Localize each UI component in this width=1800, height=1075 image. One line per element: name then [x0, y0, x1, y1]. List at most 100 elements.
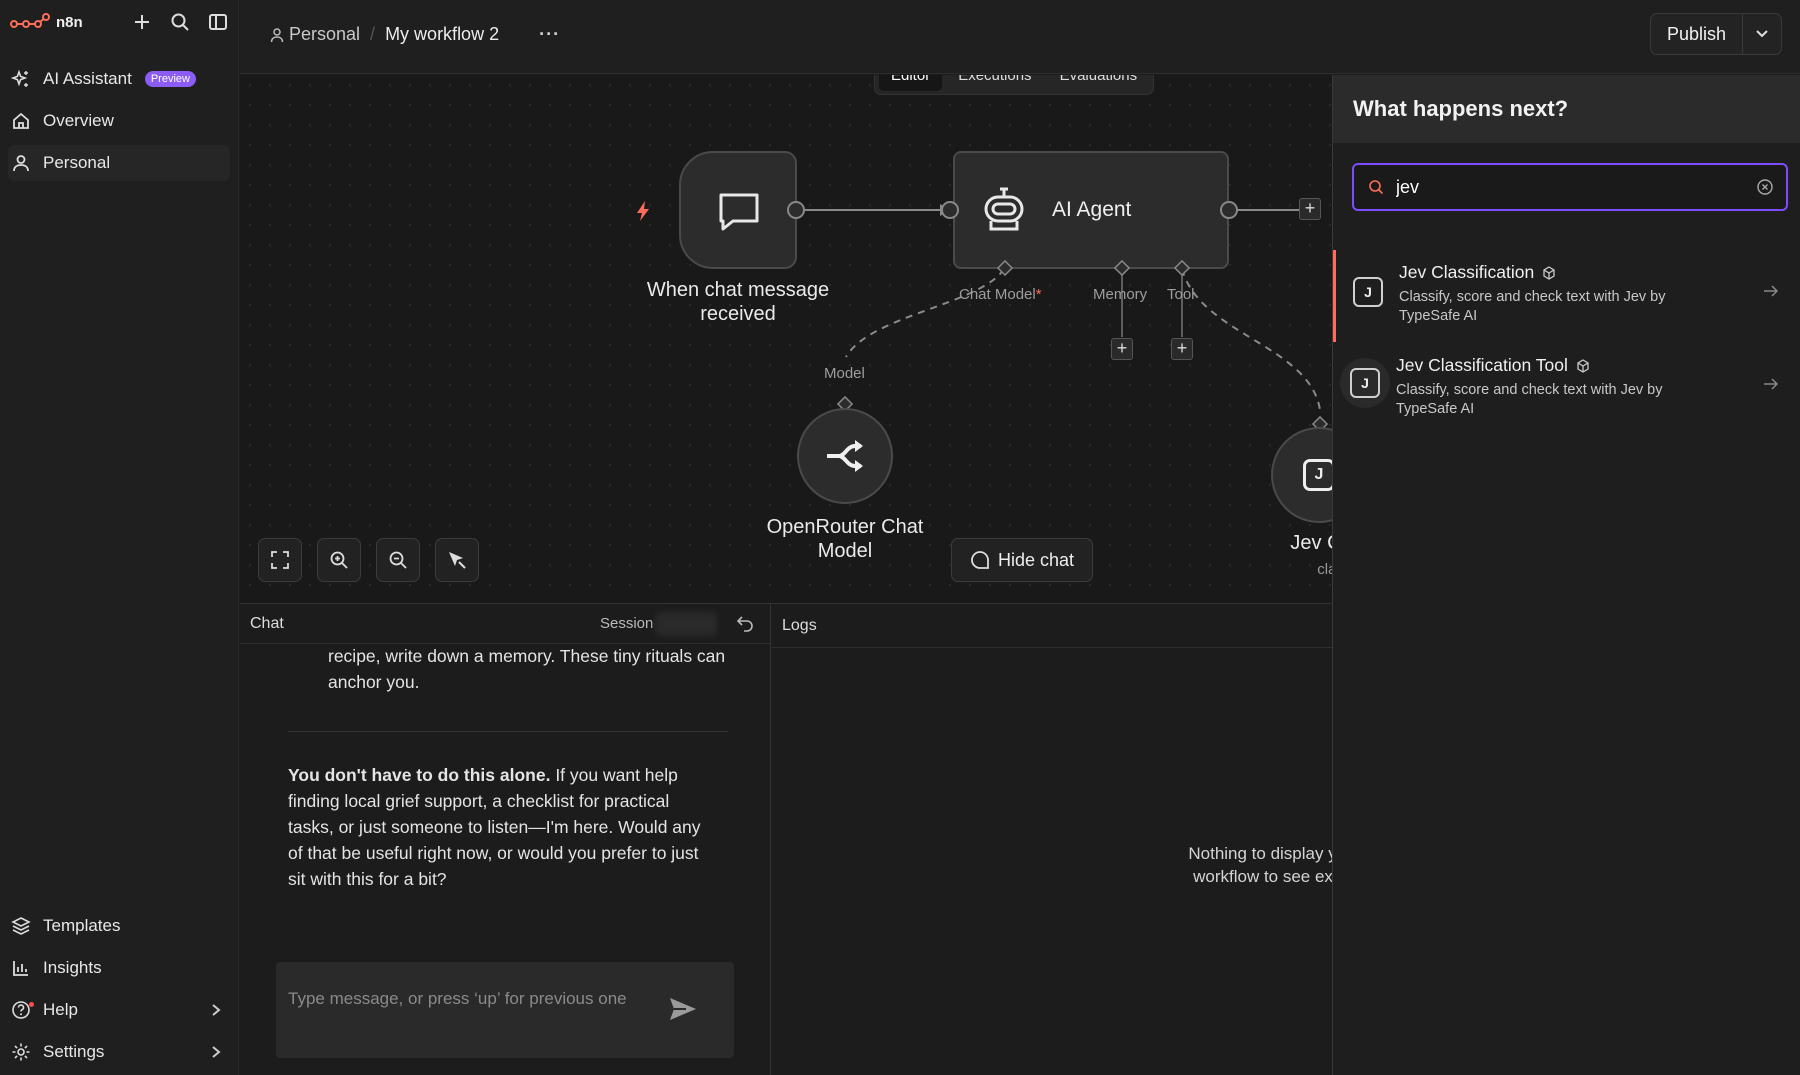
logs-header: Logs — [772, 604, 1332, 648]
node-search-box — [1352, 163, 1788, 211]
sidebar-item-label: Templates — [43, 916, 121, 935]
chat-input[interactable]: Type message, or press ‘up’ for previous… — [276, 962, 734, 1058]
clear-search-icon[interactable] — [1756, 178, 1774, 196]
zoom-in-icon — [330, 551, 348, 569]
port-label-model: Model — [824, 365, 865, 382]
chat-title: Chat — [250, 614, 284, 632]
sidebar-item-personal[interactable]: Personal — [8, 145, 230, 181]
project-name: Personal — [289, 24, 361, 44]
plus-icon[interactable] — [130, 10, 154, 34]
sidebar-item-settings[interactable]: Settings — [8, 1034, 230, 1070]
more-options-button[interactable]: ··· — [539, 24, 560, 45]
tab-editor[interactable]: Editor — [879, 75, 943, 91]
logs-panel: Logs Nothing to display yet. workflow to… — [772, 603, 1332, 1075]
port-diamond-chat-model[interactable] — [996, 259, 1014, 277]
jev-icon: J — [1353, 277, 1383, 307]
tab-executions[interactable]: Executions — [946, 75, 1043, 91]
arrow-right-icon — [1763, 284, 1779, 298]
sidebar-item-ai-assistant[interactable]: AI Assistant Preview — [8, 61, 230, 97]
workflow-canvas[interactable]: Editor Executions Evaluations When chat … — [240, 75, 1332, 603]
chevron-right-icon — [210, 1045, 222, 1059]
templates-icon — [10, 915, 32, 937]
zoom-out-icon — [389, 551, 407, 569]
chart-icon — [10, 957, 32, 979]
add-memory-button[interactable]: + — [1111, 338, 1133, 360]
sidebar-item-insights[interactable]: Insights — [8, 950, 230, 986]
port-diamond-memory[interactable] — [1113, 259, 1131, 277]
node-label-openrouter: OpenRouter Chat Model — [766, 516, 924, 562]
wand-icon — [449, 552, 466, 569]
sidebar: n8n AI Assistant Preview Overview Person… — [0, 0, 239, 1075]
sparkle-icon — [10, 68, 32, 90]
port-label-chat-model: Chat Model* — [959, 286, 1042, 303]
notification-dot — [29, 1002, 34, 1007]
sidebar-item-help[interactable]: Help — [8, 992, 230, 1028]
node-label-jev: Jev Classi — [1290, 532, 1332, 554]
zoom-in-button[interactable] — [317, 538, 361, 582]
result-item[interactable]: J Jev Classification Tool Classify, scor… — [1333, 343, 1800, 435]
home-icon — [10, 110, 32, 132]
add-tool-button[interactable]: + — [1171, 338, 1193, 360]
chat-message-partial: recipe, write down a memory. These tiny … — [328, 646, 726, 692]
port-diamond-tool[interactable] — [1173, 259, 1191, 277]
user-icon — [270, 27, 284, 42]
chevron-down-icon — [1756, 30, 1768, 38]
publish-button[interactable]: Publish — [1651, 14, 1743, 54]
ai-agent-node[interactable]: AI Agent — [953, 151, 1229, 269]
node-search-input[interactable] — [1396, 176, 1736, 198]
tab-evaluations[interactable]: Evaluations — [1048, 75, 1150, 91]
output-port[interactable] — [786, 200, 806, 220]
session-label: Session — [600, 615, 654, 632]
chat-trigger-node[interactable] — [679, 151, 797, 269]
n8n-logo-icon — [10, 13, 50, 28]
community-node-icon — [1577, 358, 1589, 373]
panel-toggle-icon[interactable] — [206, 10, 230, 34]
reset-session-icon[interactable] — [736, 614, 754, 632]
zoom-out-button[interactable] — [376, 538, 420, 582]
result-item[interactable]: J Jev Classification Classify, score and… — [1333, 250, 1800, 342]
publish-group: Publish — [1649, 13, 1782, 55]
sidebar-item-label: AI Assistant — [43, 69, 132, 88]
send-icon[interactable] — [668, 996, 698, 1022]
openrouter-icon — [827, 440, 863, 472]
output-port[interactable] — [1219, 200, 1239, 220]
workflow-name[interactable]: My workflow 2 — [385, 24, 499, 45]
tidy-up-button[interactable] — [435, 538, 479, 582]
sidebar-item-label: Insights — [43, 958, 102, 977]
logs-empty-line-2: workflow to see exec — [1193, 867, 1332, 886]
fit-view-button[interactable] — [258, 538, 302, 582]
input-port[interactable] — [940, 200, 960, 220]
chat-bubble-icon — [719, 193, 759, 231]
sidebar-item-templates[interactable]: Templates — [8, 908, 230, 944]
robot-icon — [984, 187, 1024, 231]
chat-panel: recipe, write down a memory. These tiny … — [240, 603, 771, 1075]
breadcrumb: Personal / My workflow 2 ··· — [270, 24, 560, 45]
sidebar-item-overview[interactable]: Overview — [8, 103, 230, 139]
preview-badge: Preview — [144, 71, 196, 87]
n8n-logo[interactable]: n8n — [10, 12, 83, 32]
sidebar-item-label: Help — [43, 1000, 78, 1019]
search-icon[interactable] — [168, 10, 192, 34]
sidebar-item-label: Settings — [43, 1042, 105, 1061]
gear-icon — [10, 1041, 32, 1063]
node-creator-panel: What happens next? J Jev Classification … — [1332, 75, 1800, 1075]
result-description: Classify, score and check text with Jev … — [1399, 289, 1666, 324]
publish-dropdown-button[interactable] — [1743, 14, 1781, 54]
hide-chat-button[interactable]: Hide chat — [951, 538, 1094, 582]
hide-chat-label: Hide chat — [998, 549, 1075, 570]
help-icon — [10, 999, 34, 1021]
chat-icon — [971, 551, 989, 569]
lightning-icon — [637, 201, 649, 221]
breadcrumb-project[interactable]: Personal — [270, 24, 360, 45]
result-title: Jev Classification Tool — [1396, 355, 1590, 376]
port-label-tool: Tool — [1167, 286, 1195, 303]
chevron-right-icon — [210, 1003, 222, 1017]
view-tabs: Editor Executions Evaluations — [874, 75, 1155, 95]
chat-message-bold: You don't have to do this alone. — [288, 765, 551, 785]
search-icon — [1368, 179, 1384, 195]
openrouter-node[interactable] — [797, 408, 893, 504]
expand-icon — [271, 551, 289, 569]
breadcrumb-separator: / — [370, 24, 376, 44]
add-node-button[interactable]: + — [1299, 198, 1321, 220]
result-title: Jev Classification — [1399, 262, 1556, 283]
